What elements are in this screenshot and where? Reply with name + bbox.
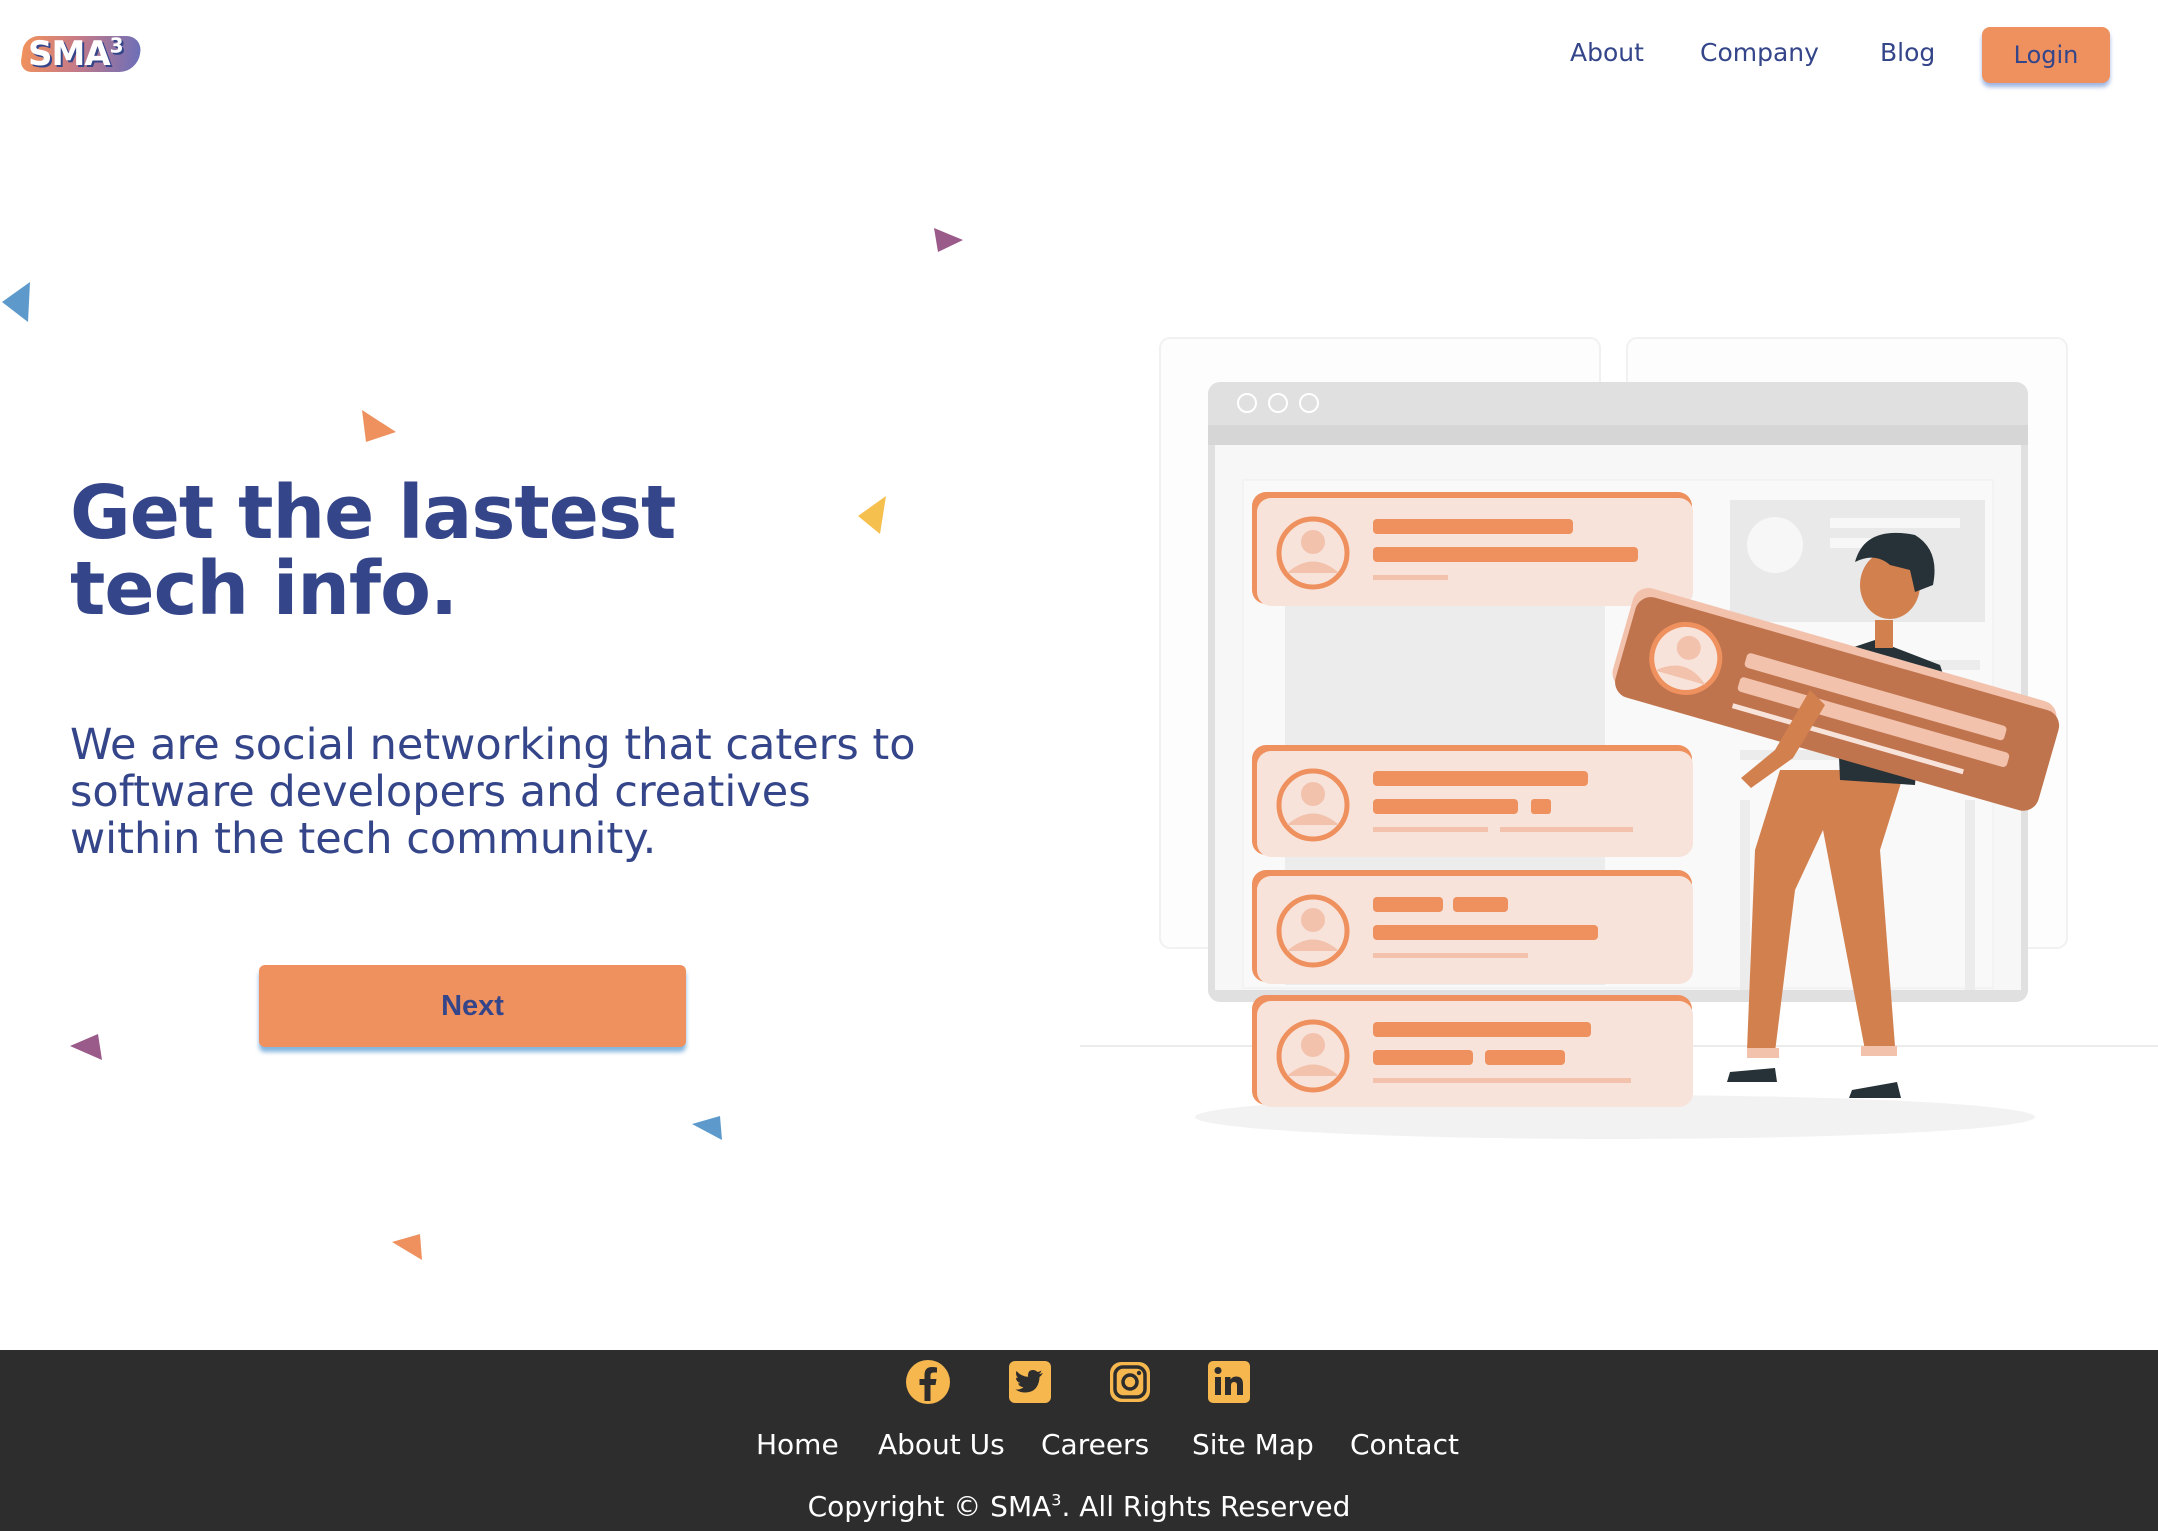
copyright-suffix: . All Rights Reserved: [1061, 1490, 1351, 1523]
footer-careers-link[interactable]: Careers: [1041, 1428, 1149, 1461]
post-card: [1252, 745, 1693, 857]
confetti-triangle: [934, 228, 963, 252]
logo-wordmark: SMA3: [28, 33, 124, 74]
post-card: [1252, 870, 1693, 984]
twitter-icon[interactable]: [1005, 1357, 1055, 1407]
post-card: [1252, 995, 1693, 1107]
confetti-triangle: [362, 410, 396, 442]
confetti-decoration: [2, 228, 963, 1260]
copyright-text: Copyright © SMA3. All Rights Reserved: [0, 1490, 2158, 1523]
linkedin-icon[interactable]: [1204, 1357, 1254, 1407]
chair-leg: [1740, 800, 1750, 990]
instagram-icon[interactable]: [1105, 1357, 1155, 1407]
login-button[interactable]: Login: [1982, 27, 2110, 83]
copyright-superscript: 3: [1051, 1490, 1062, 1510]
chair-leg: [1965, 800, 1975, 990]
nav-about-link[interactable]: About: [1570, 38, 1644, 67]
footer-about-us-link[interactable]: About Us: [878, 1428, 1005, 1461]
social-network-illustration: [1080, 337, 2158, 1139]
facebook-icon[interactable]: [903, 1357, 953, 1407]
nav-company-link[interactable]: Company: [1700, 38, 1819, 67]
footer-site-map-link[interactable]: Site Map: [1192, 1428, 1314, 1461]
logo-text: SMA: [28, 34, 111, 74]
profile-widget-avatar: [1747, 517, 1803, 573]
confetti-triangle: [2, 282, 30, 322]
brand-logo[interactable]: SMA3: [19, 30, 144, 74]
nav-blog-link[interactable]: Blog: [1880, 38, 1935, 67]
logo-superscript: 3: [109, 33, 124, 58]
confetti-triangle: [858, 496, 886, 534]
confetti-triangle: [70, 1034, 102, 1060]
confetti-triangle: [692, 1116, 722, 1140]
footer-home-link[interactable]: Home: [756, 1428, 839, 1461]
confetti-triangle: [392, 1234, 422, 1260]
profile-widget-line: [1830, 518, 1960, 528]
copyright-prefix: Copyright © SMA: [807, 1490, 1052, 1523]
post-card: [1252, 492, 1693, 606]
footer-contact-link[interactable]: Contact: [1350, 1428, 1459, 1461]
browser-toolbar: [1208, 425, 2028, 445]
